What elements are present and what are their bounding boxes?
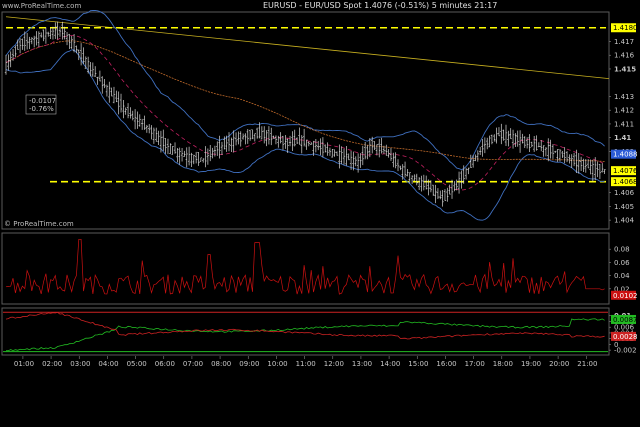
time-tick-label: 17:00 <box>465 360 485 368</box>
time-tick-label: 02:00 <box>42 360 62 368</box>
vol-tick-label: 0.04 <box>614 272 630 280</box>
time-tick-label: 11:00 <box>296 360 316 368</box>
time-tick-label: 10:00 <box>267 360 287 368</box>
time-tick-label: 06:00 <box>155 360 175 368</box>
x-axis: 01:00 02:00 03:00 04:00 05:00 06:00 07:00 08:00… <box>14 356 597 368</box>
change-info-box: -0.0107 -0.76% <box>25 94 57 115</box>
level-lower-tag: 1.4068 <box>613 178 638 186</box>
time-tick-label: 09:00 <box>239 360 259 368</box>
time-tick-label: 19:00 <box>521 360 541 368</box>
time-tick-label: 16:00 <box>436 360 456 368</box>
price-tick-label: 1.413 <box>614 93 634 101</box>
band-tag: 1.4088 <box>613 151 638 159</box>
time-tick-label: 12:00 <box>324 360 344 368</box>
change-value: -0.0107 <box>29 97 56 105</box>
price-tick-label: 1.416 <box>614 52 635 60</box>
time-tick-label: 05:00 <box>127 360 147 368</box>
oscillator-panel <box>1 307 610 356</box>
time-tick-label: 04:00 <box>98 360 118 368</box>
osc-red-tag: 0.0028 <box>613 333 638 341</box>
change-percent: -0.76% <box>29 105 54 113</box>
price-tick-label: 1.412 <box>614 107 634 115</box>
price-tick-label: 1.406 <box>614 189 635 197</box>
price-tick-label: 1.417 <box>614 38 634 46</box>
vol-last-tag: 0.0102 <box>613 292 638 300</box>
osc-green-tag: 0.0087 <box>613 316 638 324</box>
trading-chart: www.ProRealTime.com EURUSD - EUR/USD Spo… <box>1 1 638 368</box>
time-tick-label: 01:00 <box>14 360 34 368</box>
price-tick-label: 1.405 <box>614 203 634 211</box>
time-tick-label: 20:00 <box>549 360 569 368</box>
time-tick-label: 13:00 <box>352 360 372 368</box>
time-tick-label: 03:00 <box>70 360 90 368</box>
osc-tick-label: -0.002 <box>614 347 637 355</box>
price-tick-label: 1.404 <box>614 217 635 225</box>
brand-label: www.ProRealTime.com <box>2 2 81 10</box>
vol-tick-label: 0.08 <box>614 246 630 254</box>
price-tick-label: 1.41 <box>614 134 631 142</box>
vol-tick-label: 0.06 <box>614 259 630 267</box>
chart-title: EURUSD - EUR/USD Spot 1.4076 (-0.51%) 5 … <box>263 1 497 10</box>
time-tick-label: 21:00 <box>577 360 597 368</box>
price-panel <box>1 11 610 230</box>
time-tick-label: 07:00 <box>183 360 203 368</box>
price-tick-label: 1.415 <box>614 65 636 73</box>
time-tick-label: 14:00 <box>380 360 400 368</box>
y-axes: 1.4171.4161.4151.4131.4121.4111.411.4091… <box>609 23 638 355</box>
time-tick-label: 08:00 <box>211 360 231 368</box>
time-tick-label: 15:00 <box>408 360 428 368</box>
watermark: © ProRealTime.com <box>4 220 74 228</box>
time-tick-label: 18:00 <box>493 360 513 368</box>
level-upper-tag: 1.4180 <box>613 24 638 32</box>
price-tick-label: 1.411 <box>614 120 634 128</box>
last-price-tag: 1.4076 <box>613 167 638 175</box>
